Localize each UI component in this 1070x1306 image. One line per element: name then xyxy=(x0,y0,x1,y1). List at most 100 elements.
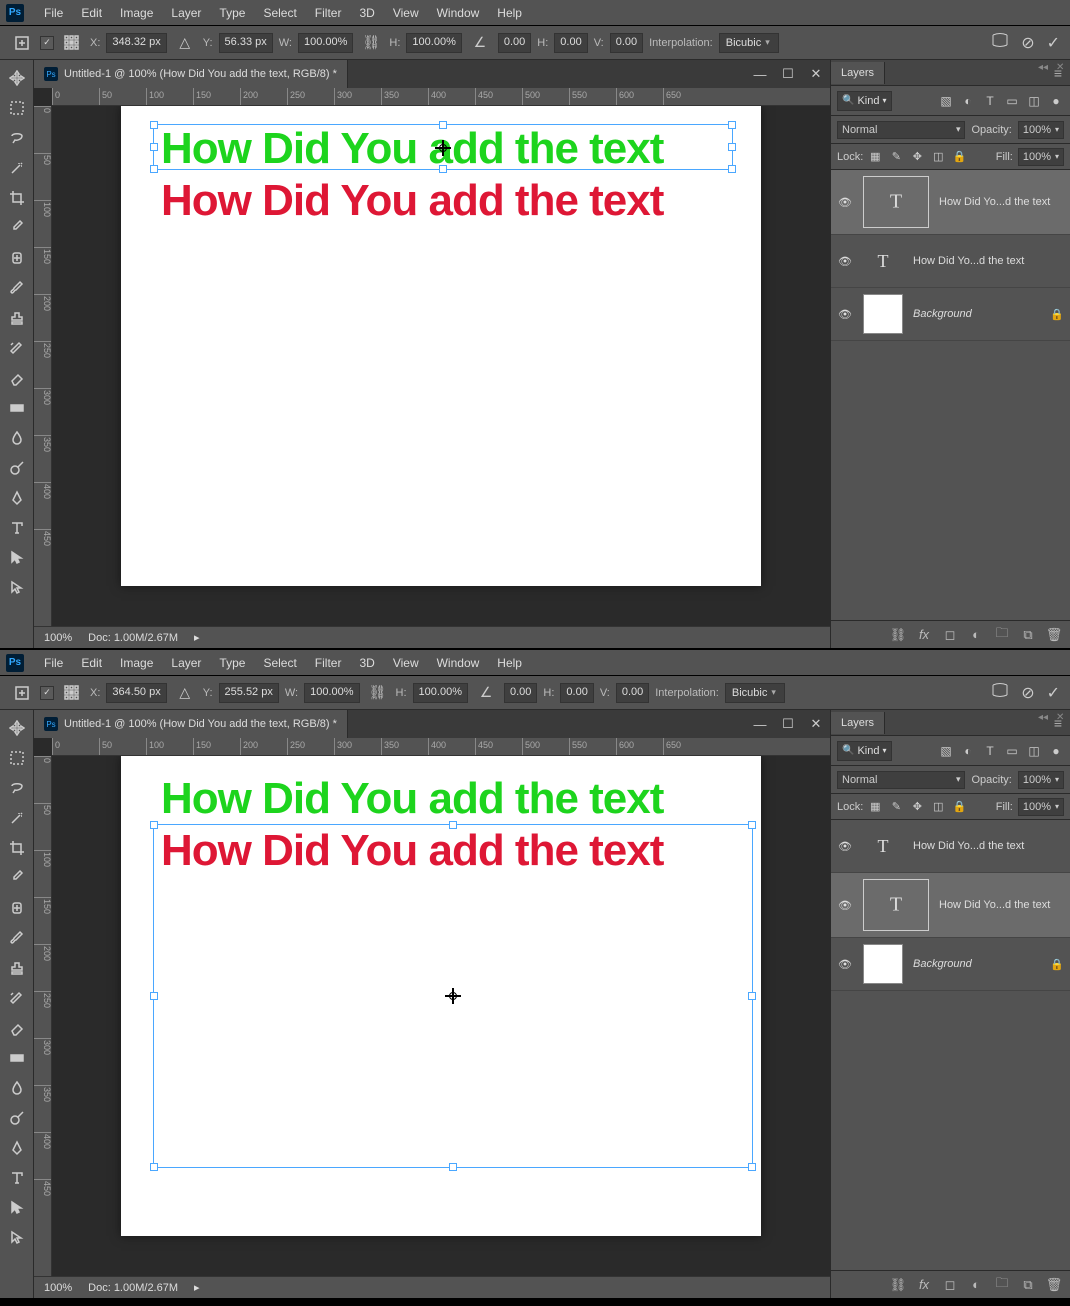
new-layer-icon[interactable]: ⧉ xyxy=(1020,1277,1036,1293)
menu-image[interactable]: Image xyxy=(112,653,161,673)
marquee-tool-icon[interactable] xyxy=(5,746,29,770)
stamp-tool-icon[interactable] xyxy=(5,306,29,330)
doc-info[interactable]: Doc: 1.00M/2.67M xyxy=(88,1282,178,1294)
adjustment-layer-icon[interactable]: ◐ xyxy=(968,1277,984,1293)
visibility-icon[interactable]: 👁 xyxy=(837,840,853,853)
filter-shape-icon[interactable]: ▭ xyxy=(1004,93,1020,109)
visibility-icon[interactable]: 👁 xyxy=(837,196,853,209)
doc-info[interactable]: Doc: 1.00M/2.67M xyxy=(88,632,178,644)
eyedropper-tool-icon[interactable] xyxy=(5,216,29,240)
menu-image[interactable]: Image xyxy=(112,3,161,23)
doc-info-arrow-icon[interactable]: ▸ xyxy=(194,631,200,644)
visibility-icon[interactable]: 👁 xyxy=(837,958,853,971)
hskew-field[interactable]: 0.00 xyxy=(554,33,587,53)
crop-tool-icon[interactable] xyxy=(5,836,29,860)
pen-tool-icon[interactable] xyxy=(5,486,29,510)
filter-type-icon[interactable]: T xyxy=(982,743,998,759)
move-tool-icon[interactable] xyxy=(5,66,29,90)
layer-name[interactable]: Background xyxy=(913,308,1040,320)
dodge-tool-icon[interactable] xyxy=(5,456,29,480)
eraser-tool-icon[interactable] xyxy=(5,1016,29,1040)
warp-mode-icon[interactable] xyxy=(991,31,1009,54)
filter-toggle-icon[interactable]: ● xyxy=(1048,743,1064,759)
canvas[interactable]: How Did You add the text How Did You add… xyxy=(121,106,761,586)
minimize-button[interactable]: — xyxy=(746,60,774,88)
menu-window[interactable]: Window xyxy=(429,653,488,673)
new-layer-icon[interactable]: ⧉ xyxy=(1020,627,1036,643)
fill-field[interactable]: 100% xyxy=(1018,148,1064,166)
visibility-icon[interactable]: 👁 xyxy=(837,255,853,268)
y-field[interactable]: 255.52 px xyxy=(219,683,279,703)
x-field[interactable]: 348.32 px xyxy=(106,33,166,53)
filter-adjust-icon[interactable]: ◐ xyxy=(960,93,976,109)
filter-smart-icon[interactable]: ◫ xyxy=(1026,93,1042,109)
x-field[interactable]: 364.50 px xyxy=(106,683,166,703)
eraser-tool-icon[interactable] xyxy=(5,366,29,390)
lock-icon[interactable]: 🔒 xyxy=(1050,308,1064,321)
reference-point-marker[interactable] xyxy=(435,140,451,156)
close-button[interactable]: ✕ xyxy=(802,60,830,88)
marquee-tool-icon[interactable] xyxy=(5,96,29,120)
reference-point-icon[interactable] xyxy=(60,31,84,55)
lock-trans-icon[interactable]: ▦ xyxy=(868,150,882,164)
document-tab[interactable]: Ps Untitled-1 @ 100% (How Did You add th… xyxy=(34,710,348,738)
reference-point-icon[interactable] xyxy=(60,681,84,705)
layer-thumbnail[interactable]: T xyxy=(863,176,929,228)
lock-artboard-icon[interactable]: ◫ xyxy=(931,800,945,814)
layer-mask-icon[interactable]: ◻ xyxy=(942,1277,958,1293)
cancel-transform-icon[interactable]: ⊘ xyxy=(1021,683,1034,703)
menu-select[interactable]: Select xyxy=(255,653,304,673)
layer-thumbnail[interactable]: T xyxy=(863,241,903,281)
layer-fx-icon[interactable]: fx xyxy=(916,627,932,643)
swap-xy-icon[interactable]: △ xyxy=(173,31,197,55)
swap-xy-icon[interactable]: △ xyxy=(173,681,197,705)
history-brush-icon[interactable] xyxy=(5,336,29,360)
menu-edit[interactable]: Edit xyxy=(73,3,110,23)
blur-tool-icon[interactable] xyxy=(5,1076,29,1100)
move-tool-icon[interactable] xyxy=(5,716,29,740)
close-panel-icon[interactable]: ✕ xyxy=(1056,62,1068,74)
filter-toggle-icon[interactable]: ● xyxy=(1048,93,1064,109)
opt-checkbox[interactable]: ✓ xyxy=(40,36,54,50)
collapse-panel-icon[interactable]: ◂◂ xyxy=(1038,62,1050,74)
menu-window[interactable]: Window xyxy=(429,3,488,23)
dodge-tool-icon[interactable] xyxy=(5,1106,29,1130)
minimize-button[interactable]: — xyxy=(746,710,774,738)
document-viewport[interactable]: How Did You add the text How Did You add… xyxy=(52,106,830,626)
lock-pos-icon[interactable]: ✥ xyxy=(910,800,924,814)
lasso-tool-icon[interactable] xyxy=(5,126,29,150)
path-select-icon[interactable] xyxy=(5,546,29,570)
lock-trans-icon[interactable]: ▦ xyxy=(868,800,882,814)
hskew-field[interactable]: 0.00 xyxy=(560,683,593,703)
gradient-tool-icon[interactable] xyxy=(5,1046,29,1070)
filter-kind-dropdown[interactable]: 🔍Kind xyxy=(837,91,892,111)
layer-row[interactable]: 👁Background🔒 xyxy=(831,938,1070,991)
rotate-field[interactable]: 0.00 xyxy=(504,683,537,703)
y-field[interactable]: 56.33 px xyxy=(219,33,273,53)
brush-tool-icon[interactable] xyxy=(5,276,29,300)
layer-thumbnail[interactable] xyxy=(863,944,903,984)
link-layers-icon[interactable]: ⛓ xyxy=(890,1277,906,1293)
zoom-level[interactable]: 100% xyxy=(44,632,72,644)
type-tool-icon[interactable] xyxy=(5,516,29,540)
opacity-field[interactable]: 100% xyxy=(1018,121,1064,139)
healing-tool-icon[interactable] xyxy=(5,246,29,270)
lock-artboard-icon[interactable]: ◫ xyxy=(931,150,945,164)
visibility-icon[interactable]: 👁 xyxy=(837,899,853,912)
menu-file[interactable]: File xyxy=(36,3,71,23)
menu-view[interactable]: View xyxy=(385,653,427,673)
lock-paint-icon[interactable]: ✎ xyxy=(889,800,903,814)
menu-file[interactable]: File xyxy=(36,653,71,673)
layer-group-icon[interactable]: 🗀 xyxy=(994,1277,1010,1293)
visibility-icon[interactable]: 👁 xyxy=(837,308,853,321)
layers-tab[interactable]: Layers xyxy=(831,62,885,84)
h-field[interactable]: 100.00% xyxy=(413,683,468,703)
crop-tool-icon[interactable] xyxy=(5,186,29,210)
menu-edit[interactable]: Edit xyxy=(73,653,110,673)
pen-tool-icon[interactable] xyxy=(5,1136,29,1160)
warp-mode-icon[interactable] xyxy=(991,681,1009,704)
wand-tool-icon[interactable] xyxy=(5,806,29,830)
menu-3d[interactable]: 3D xyxy=(351,653,382,673)
link-wh-icon[interactable]: ⛓ xyxy=(366,681,390,705)
layer-name[interactable]: How Did Yo...d the text xyxy=(913,840,1064,852)
